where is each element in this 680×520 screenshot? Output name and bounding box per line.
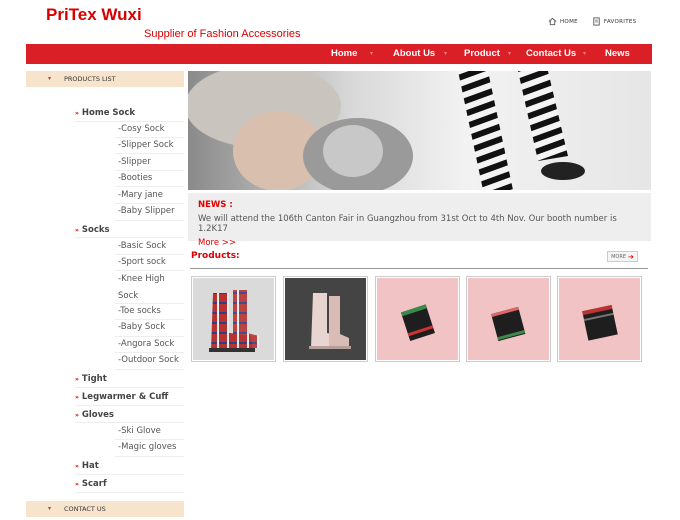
- sidebar-item-baby-slipper[interactable]: -Baby Slipper: [118, 203, 175, 220]
- product-thumbnail[interactable]: [375, 276, 460, 362]
- site-logo[interactable]: PriTex Wuxi: [46, 5, 142, 25]
- category-socks[interactable]: » Socks: [75, 225, 110, 235]
- chevron-down-icon: ▾: [48, 505, 52, 512]
- news-more-link[interactable]: More >>: [198, 238, 641, 248]
- home-link-label: HOME: [560, 18, 578, 25]
- nav-product[interactable]: Product: [464, 44, 500, 64]
- hero-banner: [188, 71, 651, 190]
- sidebar-item-outdoor-sock[interactable]: -Outdoor Sock: [118, 352, 179, 369]
- sidebar-item-mary-jane[interactable]: -Mary jane: [118, 187, 163, 204]
- news-box: NEWS : We will attend the 106th Canton F…: [188, 193, 651, 248]
- sidebar-item-toe-socks[interactable]: -Toe socks: [118, 303, 161, 320]
- sidebar-item-basic-sock[interactable]: -Basic Sock: [118, 238, 166, 255]
- category-hat[interactable]: » Hat: [75, 461, 99, 471]
- chevron-down-icon: ▾: [48, 75, 52, 82]
- category-scarf[interactable]: » Scarf: [75, 479, 107, 489]
- sidebar-item-slipper-sock[interactable]: -Slipper Sock: [118, 137, 174, 154]
- main-nav: Home ▾ About Us ▾ Product ▾ Contact Us ▾…: [26, 44, 652, 64]
- nav-separator-icon: ▾: [444, 50, 448, 57]
- category-label: Socks: [81, 225, 110, 235]
- nav-news[interactable]: News: [605, 44, 630, 64]
- category-label: Tight: [81, 374, 107, 384]
- sidebar-item-booties[interactable]: -Booties: [118, 170, 152, 187]
- favorites-link[interactable]: FAVORITES: [592, 17, 637, 26]
- sidebar-item-knee-high-sock[interactable]: -Knee High Sock: [118, 271, 184, 304]
- divider: [115, 220, 184, 221]
- product-thumbnail[interactable]: [466, 276, 551, 362]
- category-tight[interactable]: » Tight: [75, 374, 107, 384]
- sidebar-item-slipper[interactable]: -Slipper: [118, 154, 151, 171]
- divider: [75, 492, 184, 493]
- products-more-button[interactable]: MORE ➔: [607, 251, 638, 262]
- divider: [115, 456, 184, 457]
- bookmark-icon: [593, 17, 600, 26]
- home-link[interactable]: HOME: [548, 17, 578, 26]
- arrow-icon: »: [75, 393, 79, 401]
- arrow-right-icon: ➔: [628, 252, 634, 261]
- nav-home[interactable]: Home: [331, 44, 357, 64]
- divider: [75, 405, 184, 406]
- sidebar-item-angora-sock[interactable]: -Angora Sock: [118, 336, 174, 353]
- product-thumbnail[interactable]: [191, 276, 276, 362]
- sidebar-item-magic-gloves[interactable]: -Magic gloves: [118, 439, 176, 456]
- divider: [75, 387, 184, 388]
- top-links: HOME FAVORITES: [548, 17, 636, 26]
- sidebar-item-baby-sock[interactable]: -Baby Sock: [118, 319, 165, 336]
- nav-contact-us[interactable]: Contact Us: [526, 44, 576, 64]
- category-home-sock[interactable]: » Home Sock: [75, 108, 135, 118]
- news-text: We will attend the 106th Canton Fair in …: [198, 214, 617, 234]
- products-more-label: MORE: [611, 253, 626, 260]
- sidebar-item-cosy-sock[interactable]: -Cosy Sock: [118, 121, 165, 138]
- divider: [75, 474, 184, 475]
- nav-separator-icon: ▾: [370, 50, 374, 57]
- products-list-heading-label: PRODUCTS LIST: [64, 75, 116, 83]
- favorites-link-label: FAVORITES: [603, 18, 637, 25]
- arrow-icon: »: [75, 462, 79, 470]
- nav-separator-icon: ▾: [583, 50, 587, 57]
- sidebar-item-ski-glove[interactable]: -Ski Glove: [118, 423, 161, 440]
- arrow-icon: »: [75, 411, 79, 419]
- products-title: Products:: [191, 251, 240, 261]
- category-label: Home Sock: [81, 108, 136, 118]
- category-gloves[interactable]: » Gloves: [75, 410, 114, 420]
- sidebar-item-sport-sock[interactable]: -Sport sock: [118, 254, 166, 271]
- product-thumbnail[interactable]: [283, 276, 368, 362]
- news-title: NEWS :: [198, 200, 233, 210]
- arrow-icon: »: [75, 109, 79, 117]
- category-label: Legwarmer & Cuff: [81, 392, 169, 402]
- nav-separator-icon: ▾: [508, 50, 512, 57]
- arrow-icon: »: [75, 375, 79, 383]
- category-label: Scarf: [81, 479, 107, 489]
- category-legwarmer-cuff[interactable]: » Legwarmer & Cuff: [75, 392, 168, 402]
- category-label: Hat: [81, 461, 99, 471]
- divider: [190, 268, 648, 269]
- arrow-icon: »: [75, 480, 79, 488]
- products-list-heading: ▾ PRODUCTS LIST: [26, 71, 184, 87]
- contact-us-heading-label: CONTACT US: [64, 505, 106, 513]
- nav-about-us[interactable]: About Us: [393, 44, 435, 64]
- contact-us-heading[interactable]: ▾ CONTACT US: [26, 501, 184, 517]
- house-icon: [548, 17, 557, 26]
- category-label: Gloves: [81, 410, 114, 420]
- arrow-icon: »: [75, 226, 79, 234]
- site-tagline: Supplier of Fashion Accessories: [144, 28, 301, 40]
- product-thumbnail[interactable]: [557, 276, 642, 362]
- divider: [115, 369, 184, 370]
